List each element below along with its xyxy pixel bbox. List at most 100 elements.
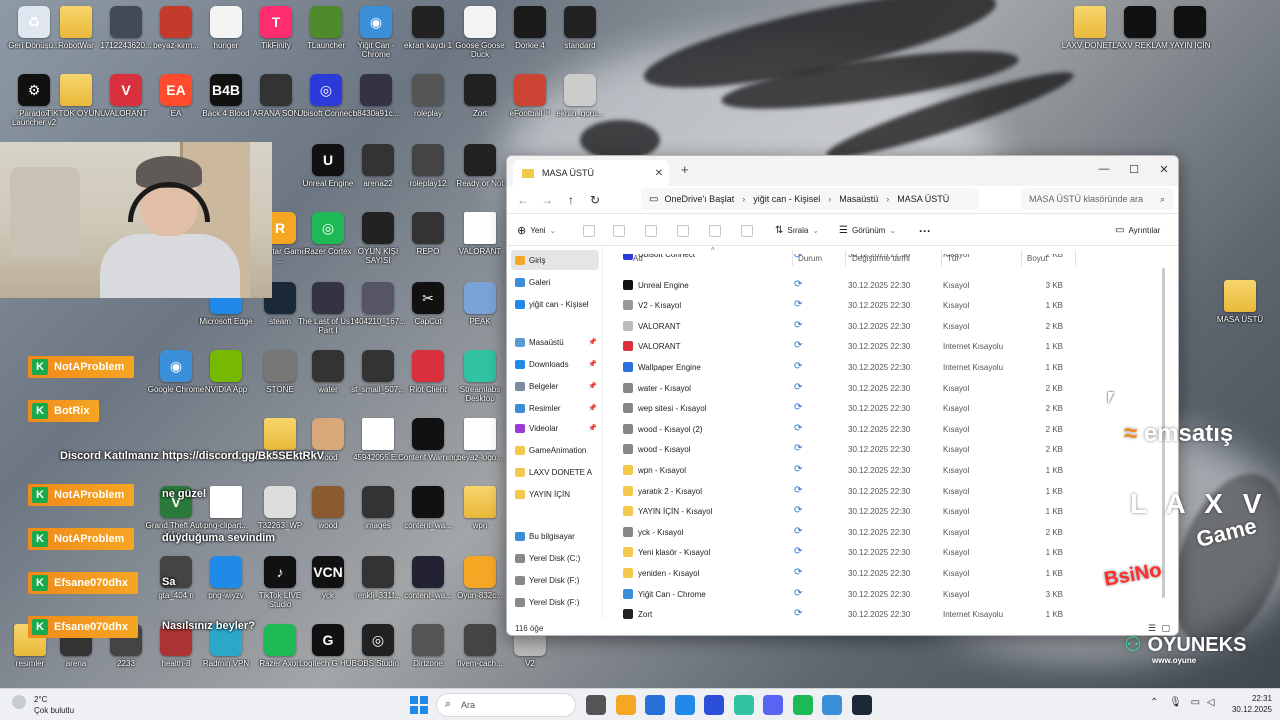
back-arrow-icon[interactable]: ← bbox=[511, 193, 535, 207]
desktop-icon[interactable]: roleplay12 bbox=[398, 144, 458, 210]
desktop-icon[interactable]: b8430a91c... bbox=[346, 74, 406, 140]
desktop-icon[interactable]: YAYIN İÇİN bbox=[1160, 6, 1220, 72]
taskbar-app-icon[interactable] bbox=[586, 695, 606, 715]
file-row[interactable]: yaratık 2 - Kısayol ⟳ 30.12.2025 22:30 Kısa… bbox=[619, 481, 1069, 501]
network-icon[interactable]: ▭ bbox=[1191, 697, 1200, 708]
desktop-icon[interactable]: ekran_goru... bbox=[550, 74, 610, 140]
desktop-icon[interactable]: png-wiyzv bbox=[196, 556, 256, 622]
desktop-icon[interactable]: ✂ CapCut bbox=[398, 282, 458, 348]
file-row[interactable]: VALORANT ⟳ 30.12.2025 22:30 Kısayol 2 KB bbox=[619, 316, 1069, 336]
nav-item[interactable]: Belgeler 📌 bbox=[511, 376, 599, 396]
desktop-icon[interactable]: Dirtzone bbox=[398, 624, 458, 690]
file-row[interactable]: wep sitesi - Kısayol ⟳ 30.12.2025 22:30 Kıs… bbox=[619, 398, 1069, 418]
taskbar-app-icon[interactable] bbox=[704, 695, 724, 715]
desktop-icon[interactable]: roleplay bbox=[398, 74, 458, 140]
file-row[interactable]: wpn - Kısayol ⟳ 30.12.2025 22:30 Kısayol 1 K… bbox=[619, 460, 1069, 480]
desktop-icon[interactable]: NVIDIA App bbox=[196, 350, 256, 416]
taskbar-app-icon[interactable] bbox=[792, 695, 813, 715]
start-button[interactable] bbox=[410, 696, 428, 714]
taskbar-app-icon[interactable] bbox=[645, 695, 665, 715]
file-row[interactable]: wood - Kısayol (2) ⟳ 30.12.2025 22:30 Kısay… bbox=[619, 419, 1069, 439]
desktop-icon[interactable]: Content Warning bbox=[398, 418, 458, 484]
microphone-icon[interactable]: 🎙 bbox=[1169, 697, 1182, 708]
desktop-icon[interactable]: beyaz-logo... bbox=[450, 418, 510, 484]
volume-icon[interactable]: ◁ bbox=[1207, 697, 1215, 708]
search-input[interactable]: MASA ÜSTÜ klasöründe ara ⌕ bbox=[1021, 188, 1173, 210]
desktop-icon[interactable]: ◉ Yiğit Can - Chrome bbox=[346, 6, 406, 72]
nav-item[interactable]: Giriş bbox=[511, 250, 599, 270]
desktop-icon[interactable]: Oyun-832c... bbox=[450, 556, 510, 622]
breadcrumb-item[interactable]: OneDrive'ı Başlat bbox=[664, 194, 734, 204]
nav-item[interactable]: yiğit can - Kişisel bbox=[511, 294, 599, 314]
desktop-icon[interactable]: wpn bbox=[450, 486, 510, 552]
desktop-icon[interactable]: Ready or Not bbox=[450, 144, 510, 210]
breadcrumb-item[interactable]: MASA ÜSTÜ bbox=[897, 194, 949, 204]
maximize-button[interactable]: ☐ bbox=[1119, 159, 1149, 179]
paste-icon[interactable] bbox=[645, 225, 657, 237]
new-button[interactable]: ⊕ Yeni ⌄ bbox=[517, 224, 556, 237]
sort-button[interactable]: ⇅ Sırala ⌄ bbox=[775, 225, 819, 236]
close-tab-icon[interactable]: ✕ bbox=[655, 168, 663, 179]
nav-item[interactable]: Downloads 📌 bbox=[511, 354, 599, 374]
desktop-icon[interactable]: PEAK bbox=[450, 282, 510, 348]
file-row[interactable]: YAYIN İÇİN - Kısayol ⟳ 30.12.2025 22:30 Kıs… bbox=[619, 501, 1069, 521]
desktop-icon[interactable]: content_wa... bbox=[398, 486, 458, 552]
close-window-button[interactable]: ✕ bbox=[1149, 159, 1178, 179]
more-options-button[interactable]: ··· bbox=[919, 224, 931, 238]
file-row[interactable]: Ubisoft Connect ⟳ 30.12.2025 22:30 Kısayol 2… bbox=[619, 254, 1069, 266]
file-explorer-window[interactable]: MASA ÜSTÜ ✕ + — ☐ ✕ ← → ↑ ↻ ▭ OneDrive'ı… bbox=[506, 155, 1179, 636]
file-row[interactable]: yck - Kısayol ⟳ 30.12.2025 22:30 Kısayol 2 K… bbox=[619, 522, 1069, 542]
desktop-icon[interactable]: ekran kaydı 1 bbox=[398, 6, 458, 72]
nav-item[interactable]: YAYIN İÇİN bbox=[511, 484, 599, 504]
rename-icon[interactable] bbox=[677, 225, 689, 237]
title-bar[interactable]: MASA ÜSTÜ ✕ + — ☐ ✕ bbox=[507, 156, 1178, 186]
weather-widget[interactable]: 2°C Çok bulutlu bbox=[12, 693, 92, 717]
desktop-icon[interactable]: VALORANT bbox=[450, 212, 510, 278]
nav-item[interactable]: Videolar 📌 bbox=[511, 418, 599, 438]
explorer-tab[interactable]: MASA ÜSTÜ ✕ bbox=[513, 160, 669, 186]
desktop-icon[interactable]: content_wa... bbox=[398, 556, 458, 622]
breadcrumb-item[interactable]: Masaüstü bbox=[839, 194, 878, 204]
file-row[interactable]: V2 - Kısayol ⟳ 30.12.2025 22:30 Kısayol 1 KB bbox=[619, 295, 1069, 315]
cut-icon[interactable] bbox=[583, 225, 595, 237]
nav-item[interactable]: Yerel Disk (F:) bbox=[511, 570, 599, 590]
desktop-icon[interactable]: Streamlabs Desktop bbox=[450, 350, 510, 416]
share-icon[interactable] bbox=[709, 225, 721, 237]
minimize-button[interactable]: — bbox=[1089, 159, 1119, 179]
desktop-icon[interactable]: REPO bbox=[398, 212, 458, 278]
taskbar-app-icon[interactable] bbox=[851, 695, 872, 715]
desktop-icon[interactable]: Radmin VPN bbox=[196, 624, 256, 690]
file-row[interactable]: Zort ⟳ 30.12.2025 22:30 Internet Kısayolu 1 … bbox=[619, 604, 1069, 619]
taskbar-app-icon[interactable] bbox=[674, 695, 695, 715]
nav-item[interactable]: Bu bilgisayar bbox=[511, 526, 599, 546]
file-row[interactable]: water - Kısayol ⟳ 30.12.2025 22:30 Kısayol 2… bbox=[619, 378, 1069, 398]
up-arrow-icon[interactable]: ↑ bbox=[559, 193, 583, 207]
nav-item[interactable]: GameAnimation bbox=[511, 440, 599, 460]
clock[interactable]: 22:31 30.12.2025 bbox=[1226, 693, 1272, 715]
navigation-pane[interactable]: Giriş Galeri yiğit can - Kişisel Masaüstü 📌 D… bbox=[507, 246, 603, 619]
file-row[interactable]: Wallpaper Engine ⟳ 30.12.2025 22:30 Interne… bbox=[619, 357, 1069, 377]
file-row[interactable]: Yeni klasör - Kısayol ⟳ 30.12.2025 22:30 Kı… bbox=[619, 542, 1069, 562]
delete-icon[interactable] bbox=[741, 225, 753, 237]
nav-item[interactable]: Yerel Disk (C:) bbox=[511, 548, 599, 568]
taskbar-app-icon[interactable] bbox=[615, 695, 636, 715]
taskbar-app-icon[interactable] bbox=[733, 695, 754, 715]
view-button[interactable]: ☰ Görünüm ⌄ bbox=[839, 225, 896, 236]
taskbar-app-icon[interactable] bbox=[763, 695, 783, 715]
desktop-icon[interactable]: Riot Client bbox=[398, 350, 458, 416]
nav-item[interactable]: LAXV DONETE A bbox=[511, 462, 599, 482]
taskbar-app-icon[interactable] bbox=[822, 695, 842, 715]
chevron-up-icon[interactable]: ⌃ bbox=[1150, 697, 1158, 708]
nav-item[interactable]: Galeri bbox=[511, 272, 599, 292]
file-row[interactable]: Unreal Engine ⟳ 30.12.2025 22:30 Kısayol 3 K… bbox=[619, 275, 1069, 295]
copy-icon[interactable] bbox=[613, 225, 625, 237]
new-tab-button[interactable]: + bbox=[681, 162, 689, 177]
file-row[interactable]: Yiğit Can - Chrome ⟳ 30.12.2025 22:30 Kısay… bbox=[619, 584, 1069, 604]
forward-arrow-icon[interactable]: → bbox=[535, 193, 559, 207]
desktop-icon[interactable]: MASA ÜSTÜ bbox=[1210, 280, 1270, 346]
file-list[interactable]: Ad ^ Durum Değiştirme tarihi Tür Boyut U… bbox=[611, 246, 1171, 619]
file-row[interactable]: VALORANT ⟳ 30.12.2025 22:30 Internet Kısayo… bbox=[619, 336, 1069, 356]
refresh-icon[interactable]: ↻ bbox=[583, 193, 607, 207]
file-row[interactable]: wood - Kısayol ⟳ 30.12.2025 22:30 Kısayol 2 … bbox=[619, 439, 1069, 459]
desktop-icon[interactable]: standard bbox=[550, 6, 610, 72]
